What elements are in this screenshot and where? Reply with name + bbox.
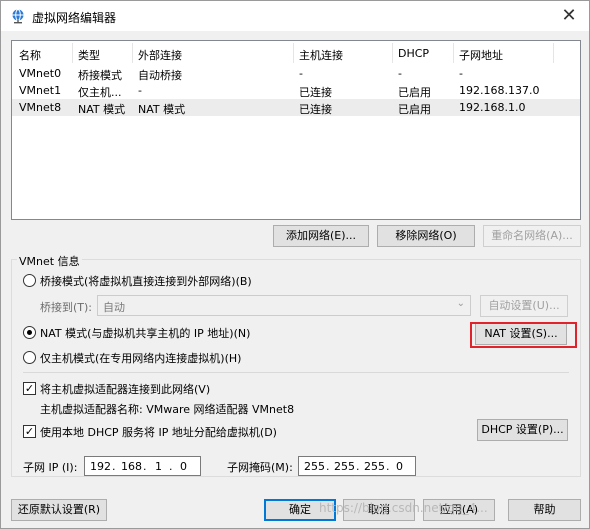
- column-header-type[interactable]: 类型: [78, 47, 100, 63]
- cell-dhcp: -: [398, 67, 402, 80]
- mask-octet: 255: [304, 460, 325, 473]
- subnet-mask-label: 子网掩码(M):: [227, 461, 293, 474]
- vmnet-info-title: VMnet 信息: [17, 253, 82, 269]
- subnet-mask-input[interactable]: 255 . 255 . 255 . 0: [298, 456, 416, 476]
- cell-subnet: 192.168.1.0: [459, 101, 526, 114]
- remove-network-button[interactable]: 移除网络(O): [377, 225, 475, 247]
- bridge-to-select[interactable]: 自动 ⌄: [97, 295, 471, 316]
- window-title: 虚拟网络编辑器: [32, 11, 117, 25]
- cell-host: 已连接: [299, 86, 332, 99]
- host-only-label[interactable]: 仅主机模式(在专用网络内连接虚拟机)(H): [40, 350, 241, 366]
- connect-adapter-label[interactable]: 将主机虚拟适配器连接到此网络(V): [40, 381, 210, 397]
- cell-name: VMnet1: [19, 84, 62, 97]
- subnet-ip-input[interactable]: 192 . 168 . 1 . 0: [84, 456, 201, 476]
- watermark-text: https://blog.csdn.net/qq_4...: [319, 501, 488, 515]
- column-header-external[interactable]: 外部连接: [138, 47, 182, 63]
- close-icon[interactable]: ✕: [549, 1, 589, 31]
- table-row[interactable]: VMnet0 桥接模式 自动桥接 - - -: [12, 65, 580, 82]
- adapter-name-text: 主机虚拟适配器名称: VMware 网络适配器 VMnet8: [40, 403, 295, 416]
- cell-name: VMnet0: [19, 67, 62, 80]
- vmnet-info-group: [11, 259, 581, 477]
- cell-name: VMnet8: [19, 101, 62, 114]
- divider: [23, 372, 569, 373]
- title-bar: 虚拟网络编辑器 ✕: [1, 1, 589, 31]
- bridge-to-label: 桥接到(T):: [40, 301, 93, 314]
- cell-subnet: 192.168.137.0: [459, 84, 540, 97]
- cell-type: 仅主机...: [78, 86, 122, 99]
- table-row[interactable]: VMnet1 仅主机... - 已连接 已启用 192.168.137.0: [12, 82, 580, 99]
- cell-external: NAT 模式: [138, 103, 186, 116]
- nat-mode-label[interactable]: NAT 模式(与虚拟机共享主机的 IP 地址)(N): [40, 325, 250, 341]
- use-dhcp-checkbox[interactable]: ✓: [23, 425, 36, 438]
- subnet-ip-label: 子网 IP (I):: [23, 461, 78, 474]
- cell-external: -: [138, 84, 142, 97]
- nat-mode-radio[interactable]: [23, 326, 36, 339]
- cell-subnet: -: [459, 67, 463, 80]
- bridge-mode-radio[interactable]: [23, 274, 36, 287]
- cell-dhcp: 已启用: [398, 86, 431, 99]
- use-dhcp-label[interactable]: 使用本地 DHCP 服务将 IP 地址分配给虚拟机(D): [40, 424, 277, 440]
- connect-adapter-checkbox[interactable]: ✓: [23, 382, 36, 395]
- network-list[interactable]: 名称 类型 外部连接 主机连接 DHCP 子网地址 VMnet0 桥接模式 自动…: [11, 40, 581, 220]
- network-globe-icon: [12, 9, 24, 24]
- column-header-host[interactable]: 主机连接: [299, 47, 343, 63]
- cell-host: 已连接: [299, 103, 332, 116]
- mask-octet: 255: [334, 460, 355, 473]
- column-header-subnet[interactable]: 子网地址: [459, 47, 503, 63]
- ip-octet: 192: [90, 460, 111, 473]
- host-only-radio[interactable]: [23, 351, 36, 364]
- virtual-network-editor-window: 虚拟网络编辑器 ✕ 名称 类型 外部连接 主机连接 DHCP 子网地址 VMne…: [0, 0, 590, 529]
- ip-octet: 1: [155, 460, 162, 473]
- bridge-mode-label[interactable]: 桥接模式(将虚拟机直接连接到外部网络)(B): [40, 273, 252, 289]
- restore-defaults-button[interactable]: 还原默认设置(R): [11, 499, 107, 521]
- ip-octet: 168: [121, 460, 142, 473]
- cell-dhcp: 已启用: [398, 103, 431, 116]
- mask-octet: 255: [364, 460, 385, 473]
- list-header: 名称 类型 外部连接 主机连接 DHCP 子网地址: [12, 41, 580, 65]
- table-row-selected[interactable]: VMnet8 NAT 模式 NAT 模式 已连接 已启用 192.168.1.0: [12, 99, 580, 116]
- chevron-down-icon: ⌄: [456, 298, 465, 309]
- cell-type: NAT 模式: [78, 103, 126, 116]
- cell-host: -: [299, 67, 303, 80]
- dhcp-settings-button[interactable]: DHCP 设置(P)...: [477, 419, 568, 441]
- rename-network-button[interactable]: 重命名网络(A)...: [483, 225, 581, 247]
- cell-type: 桥接模式: [78, 69, 122, 82]
- auto-settings-button[interactable]: 自动设置(U)...: [480, 295, 568, 317]
- help-button[interactable]: 帮助: [508, 499, 581, 521]
- column-header-dhcp[interactable]: DHCP: [398, 47, 429, 60]
- mask-octet: 0: [396, 460, 403, 473]
- add-network-button[interactable]: 添加网络(E)...: [273, 225, 369, 247]
- column-header-name[interactable]: 名称: [19, 47, 41, 63]
- bridge-to-value: 自动: [103, 301, 125, 314]
- highlight-box: [470, 322, 577, 348]
- cell-external: 自动桥接: [138, 69, 182, 82]
- ip-octet: 0: [180, 460, 187, 473]
